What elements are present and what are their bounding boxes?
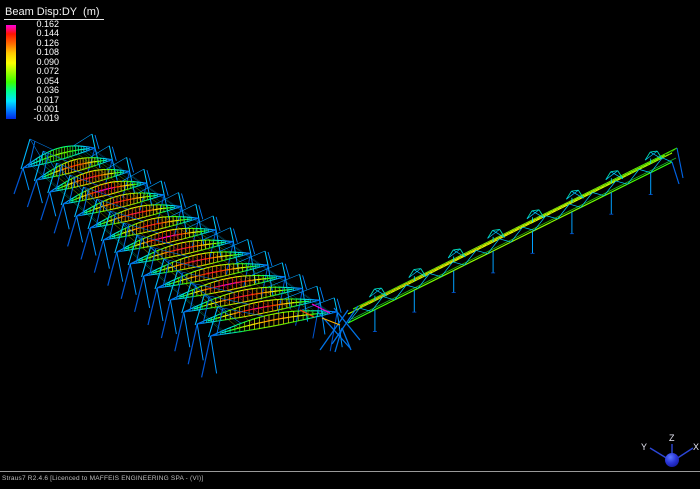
legend-color-band [6, 91, 16, 100]
axis-triad: Y Z X [638, 434, 700, 474]
status-bar: Straus7 R2.4.6 [Licenced to MAFFEIS ENGI… [0, 471, 700, 482]
model-viewport[interactable] [0, 0, 700, 489]
axis-z-label: Z [669, 434, 675, 443]
legend-values: 0.162 0.144 0.126 0.108 0.090 0.072 0.05… [23, 20, 59, 124]
legend-title: Beam Disp:DY (m) [4, 6, 104, 20]
straus7-window: { "window": {"background": "#000000"}, "… [0, 0, 700, 489]
legend-color-band [6, 110, 16, 119]
axis-y-label: Y [641, 443, 647, 452]
legend-color-band [6, 44, 16, 53]
legend-color-band [6, 53, 16, 62]
status-text: Straus7 R2.4.6 [Licenced to MAFFEIS ENGI… [0, 472, 700, 482]
legend-color-band [6, 25, 16, 34]
legend-color-band [6, 34, 16, 43]
legend-color-band [6, 101, 16, 110]
results-legend: Beam Disp:DY (m) 0.162 0.144 0.126 0.108… [4, 2, 104, 124]
legend-color-band [6, 82, 16, 91]
legend-color-band [6, 72, 16, 81]
legend-colorbar [6, 25, 16, 124]
legend-value: -0.019 [23, 114, 59, 123]
origin-ball-icon [665, 453, 679, 467]
legend-color-band [6, 63, 16, 72]
axis-x-label: X [693, 443, 699, 452]
